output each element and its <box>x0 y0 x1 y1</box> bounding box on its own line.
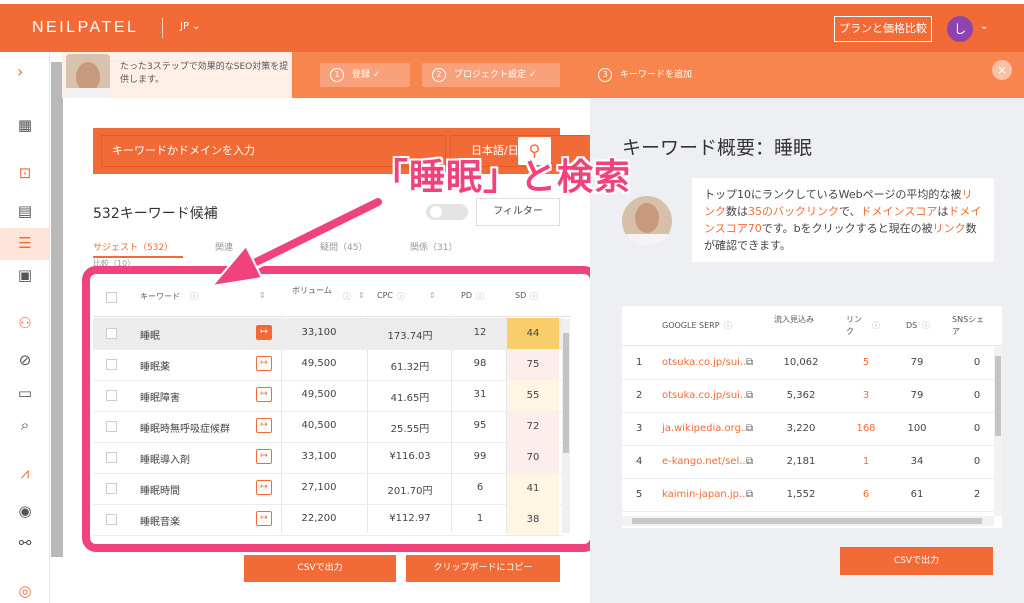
annotation-arrow <box>209 195 385 288</box>
